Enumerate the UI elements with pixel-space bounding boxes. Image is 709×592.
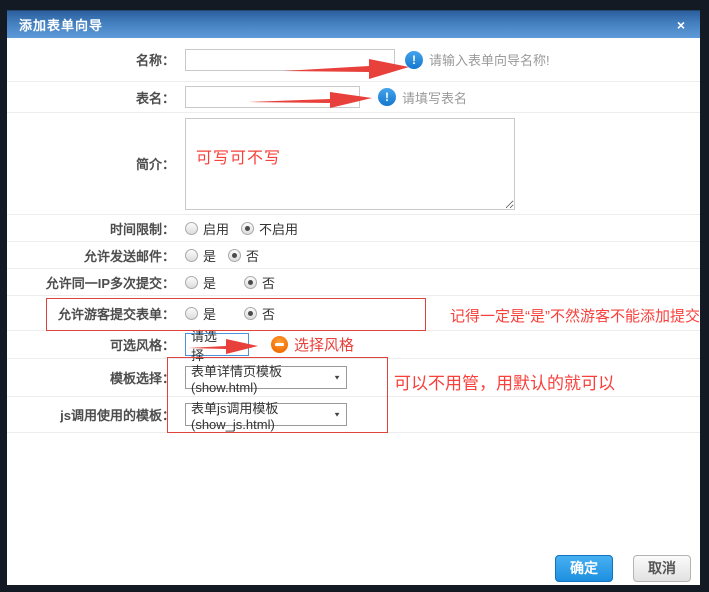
- time-limit-radio-group: 启用 不启用: [185, 219, 310, 238]
- field-label: 时间限制：: [7, 219, 175, 238]
- field-label: 允许同一IP多次提交：: [7, 273, 175, 292]
- form-row-template: 模板选择： 表单详情页模板(show.html) ▼: [7, 359, 700, 397]
- close-icon[interactable]: ×: [672, 16, 690, 34]
- dimmed-backdrop: 添加表单向导 × 名称： ! 请输入表单向导名称! 表名： ! 请填写表名: [0, 0, 709, 592]
- form-row-time-limit: 时间限制： 启用 不启用: [7, 215, 700, 242]
- radio-label: 是: [203, 273, 216, 292]
- style-select-value: 请选择: [191, 326, 229, 364]
- radio-label: 是: [203, 304, 216, 323]
- remove-style-icon[interactable]: [271, 336, 288, 353]
- field-label: 简介：: [7, 154, 175, 173]
- radio-no[interactable]: [228, 249, 241, 262]
- form-row-style: 可选风格： 请选择 ▼ 选择风格: [7, 331, 700, 359]
- info-icon: !: [405, 51, 423, 69]
- field-label: 名称：: [7, 50, 175, 69]
- form-row-name: 名称： ! 请输入表单向导名称!: [7, 38, 700, 82]
- guest-submit-radio-group: 是 否: [185, 304, 287, 323]
- radio-label: 不启用: [259, 219, 298, 238]
- dialog-footer: 确定 取消: [555, 555, 691, 582]
- template-select[interactable]: 表单详情页模板(show.html) ▼: [185, 366, 347, 389]
- field-label: js调用使用的模板：: [7, 405, 175, 424]
- radio-yes[interactable]: [185, 307, 198, 320]
- js-template-select-value: 表单js调用模板(show_js.html): [191, 398, 327, 432]
- dialog-body: 名称： ! 请输入表单向导名称! 表名： ! 请填写表名 简介：: [7, 38, 700, 433]
- choose-style-link[interactable]: 选择风格: [294, 334, 354, 355]
- cancel-button[interactable]: 取消: [633, 555, 691, 582]
- field-label: 表名：: [7, 88, 175, 107]
- send-mail-radio-group: 是 否: [185, 246, 271, 265]
- add-form-wizard-dialog: 添加表单向导 × 名称： ! 请输入表单向导名称! 表名： ! 请填写表名: [7, 10, 700, 585]
- name-validation-hint: 请输入表单向导名称!: [429, 50, 550, 69]
- radio-disable[interactable]: [241, 222, 254, 235]
- radio-label: 否: [262, 304, 275, 323]
- js-template-select[interactable]: 表单js调用模板(show_js.html) ▼: [185, 403, 347, 426]
- multi-ip-radio-group: 是 否: [185, 273, 287, 292]
- form-row-js-template: js调用使用的模板： 表单js调用模板(show_js.html) ▼: [7, 397, 700, 433]
- field-label: 模板选择：: [7, 368, 175, 387]
- field-label: 允许游客提交表单：: [7, 304, 175, 323]
- table-name-validation-hint: 请填写表名: [402, 88, 467, 107]
- radio-label: 启用: [203, 219, 229, 238]
- radio-yes[interactable]: [185, 276, 198, 289]
- field-label: 允许发送邮件：: [7, 246, 175, 265]
- dialog-titlebar: 添加表单向导 ×: [7, 10, 700, 38]
- radio-label: 否: [262, 273, 275, 292]
- radio-no[interactable]: [244, 307, 257, 320]
- name-input[interactable]: [185, 49, 395, 71]
- chevron-down-icon: ▼: [333, 374, 341, 381]
- form-row-guest-submit: 允许游客提交表单： 是 否: [7, 296, 700, 331]
- form-row-send-mail: 允许发送邮件： 是 否: [7, 242, 700, 269]
- form-row-table-name: 表名： ! 请填写表名: [7, 82, 700, 113]
- table-name-input[interactable]: [185, 86, 360, 108]
- form-row-intro: 简介：: [7, 113, 700, 215]
- dialog-title: 添加表单向导: [19, 15, 103, 34]
- radio-enable[interactable]: [185, 222, 198, 235]
- field-label: 可选风格：: [7, 335, 175, 354]
- template-select-value: 表单详情页模板(show.html): [191, 361, 327, 395]
- intro-textarea[interactable]: [185, 118, 515, 210]
- radio-yes[interactable]: [185, 249, 198, 262]
- form-row-multi-ip: 允许同一IP多次提交： 是 否: [7, 269, 700, 296]
- radio-label: 是: [203, 246, 216, 265]
- chevron-down-icon: ▼: [235, 341, 243, 348]
- ok-button[interactable]: 确定: [555, 555, 613, 582]
- info-icon: !: [378, 88, 396, 106]
- radio-label: 否: [246, 246, 259, 265]
- style-select[interactable]: 请选择 ▼: [185, 333, 249, 356]
- radio-no[interactable]: [244, 276, 257, 289]
- chevron-down-icon: ▼: [333, 411, 341, 418]
